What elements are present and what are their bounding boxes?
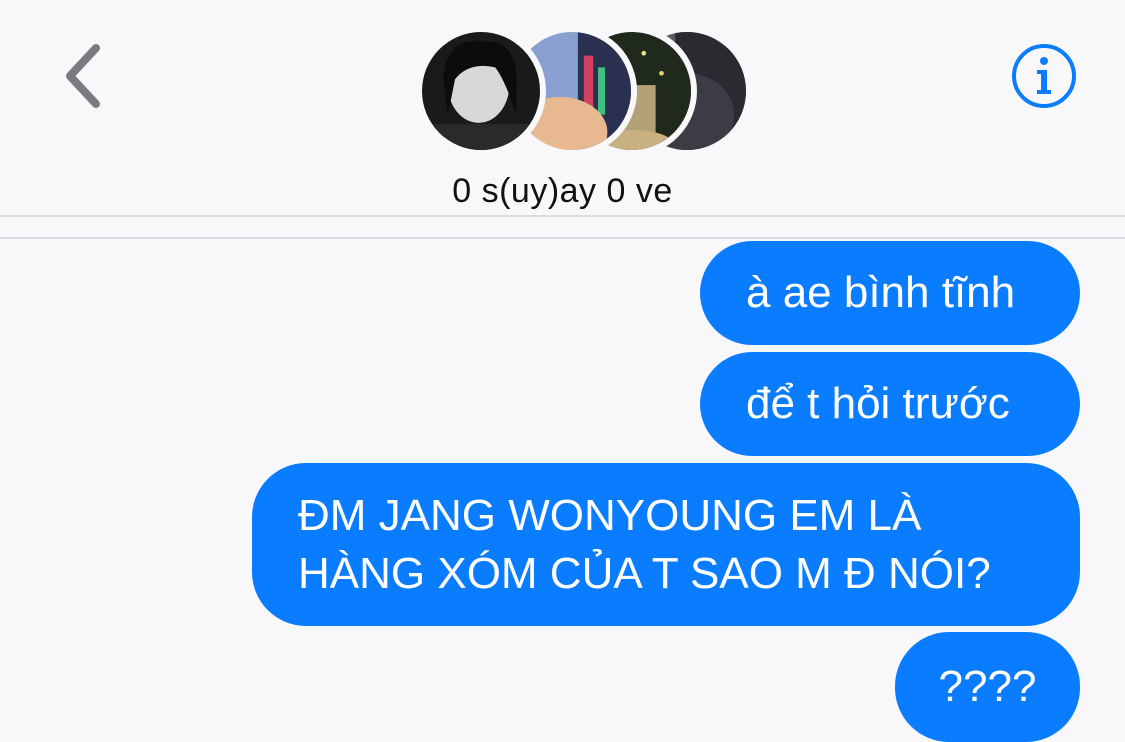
message-line: ĐM JANG WONYOUNG EM LÀ	[298, 490, 922, 540]
message-bubble-outgoing[interactable]: à ae bình tĩnh	[700, 241, 1080, 345]
message-text: ????	[938, 662, 1037, 711]
info-button[interactable]	[1010, 42, 1078, 110]
message-text: à ae bình tĩnh	[746, 268, 1016, 317]
divider	[0, 237, 1125, 239]
group-avatar-stack[interactable]	[412, 22, 752, 162]
chevron-left-icon	[66, 44, 100, 108]
message-bubble-outgoing[interactable]: để t hỏi trước	[700, 352, 1080, 456]
message-bubble-outgoing[interactable]: ????	[895, 632, 1080, 742]
message-line: HÀNG XÓM CỦA T SAO M Đ NÓI?	[298, 548, 991, 598]
back-button[interactable]	[52, 40, 112, 112]
message-text: để t hỏi trước	[746, 379, 1010, 428]
info-circle-icon	[1012, 44, 1076, 108]
avatar	[416, 26, 546, 156]
message-text: ĐM JANG WONYOUNG EM LÀ HÀNG XÓM CỦA T SA…	[298, 487, 991, 603]
divider	[0, 215, 1125, 217]
group-name[interactable]: 0 s(uy)ay 0 ve	[0, 172, 1125, 211]
message-bubble-outgoing[interactable]: ĐM JANG WONYOUNG EM LÀ HÀNG XÓM CỦA T SA…	[252, 463, 1080, 626]
conversation-header: 0 s(uy)ay 0 ve	[0, 0, 1125, 216]
